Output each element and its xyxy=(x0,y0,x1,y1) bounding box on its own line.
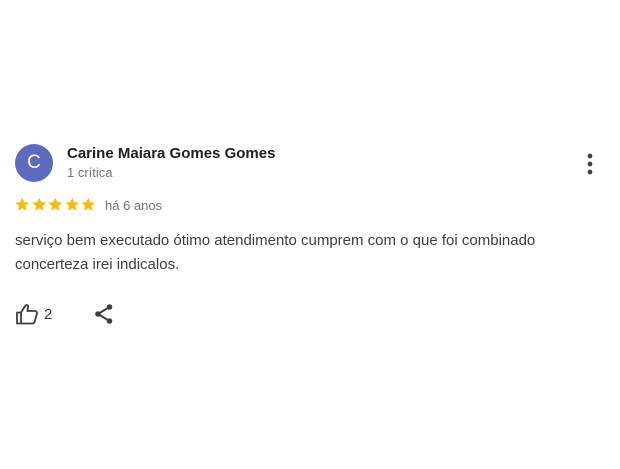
more-options-button[interactable] xyxy=(580,150,600,178)
thumb-up-icon xyxy=(16,304,38,325)
star-rating xyxy=(14,196,97,214)
more-vert-icon xyxy=(587,153,593,175)
star-icon xyxy=(64,197,79,211)
review-card: C Carine Maiara Gomes Gomes 1 crítica há… xyxy=(0,0,620,469)
star-icon xyxy=(48,197,63,211)
author-name[interactable]: Carine Maiara Gomes Gomes xyxy=(67,145,275,162)
like-count: 2 xyxy=(44,305,53,323)
star-icon xyxy=(15,197,30,211)
share-icon xyxy=(95,304,113,324)
share-button[interactable] xyxy=(92,302,116,326)
author-review-count[interactable]: 1 crítica xyxy=(67,165,113,180)
like-button[interactable]: 2 xyxy=(15,302,52,326)
star-icon xyxy=(81,197,96,211)
star-icon xyxy=(31,197,46,211)
review-date: há 6 anos xyxy=(105,198,163,213)
avatar-letter: C xyxy=(27,152,41,173)
review-text: serviço bem executado ótimo atendimento … xyxy=(15,232,536,273)
avatar[interactable]: C xyxy=(15,144,53,182)
